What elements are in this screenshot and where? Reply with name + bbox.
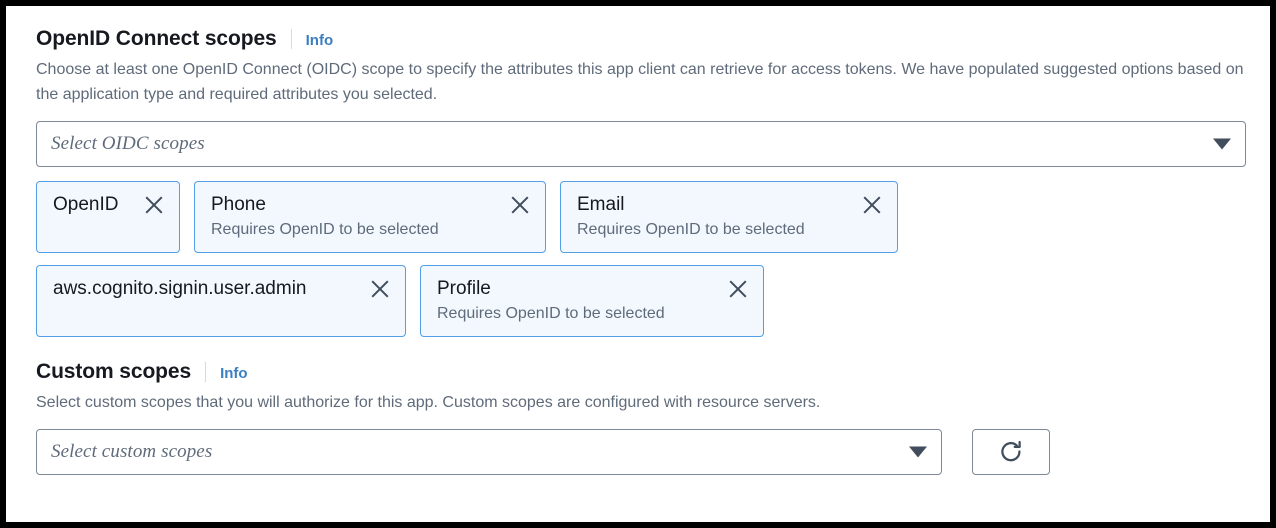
scope-token-subtext: Requires OpenID to be selected — [437, 305, 665, 322]
scope-token-label: Profile — [437, 278, 491, 299]
scope-token-profile[interactable]: Profile Requires OpenID to be selected — [420, 265, 764, 337]
screenshot-frame: OpenID Connect scopes Info Choose at lea… — [0, 0, 1276, 528]
scope-token-subtext: Requires OpenID to be selected — [211, 221, 439, 238]
oidc-section-description: Choose at least one OpenID Connect (OIDC… — [36, 61, 1244, 103]
custom-section-title: Custom scopes — [36, 360, 192, 383]
custom-scopes-section: Custom scopes Info Select custom scopes … — [36, 359, 1244, 475]
chevron-down-icon — [1213, 138, 1231, 150]
chevron-down-icon — [909, 446, 927, 458]
header-divider — [290, 29, 292, 49]
refresh-custom-scopes-button[interactable] — [972, 429, 1050, 475]
refresh-icon — [997, 438, 1025, 466]
scopes-panel: OpenID Connect scopes Info Choose at lea… — [6, 6, 1270, 522]
scope-token-text: aws.cognito.signin.user.admin — [53, 276, 306, 302]
custom-info-link[interactable]: Info — [220, 364, 248, 384]
scope-token-email[interactable]: Email Requires OpenID to be selected — [560, 181, 898, 253]
oidc-scopes-select-placeholder: Select OIDC scopes — [51, 133, 205, 154]
scope-token-text: Phone Requires OpenID to be selected — [211, 192, 439, 242]
close-icon[interactable] — [369, 276, 391, 302]
oidc-scope-row: aws.cognito.signin.user.admin Profile Re… — [36, 265, 1244, 337]
custom-scopes-select[interactable]: Select custom scopes — [36, 429, 942, 475]
custom-scopes-controls: Select custom scopes — [36, 429, 1244, 475]
scope-token-aws-cognito-signin-user-admin[interactable]: aws.cognito.signin.user.admin — [36, 265, 406, 337]
scope-token-label: Phone — [211, 194, 266, 215]
scope-token-text: Email Requires OpenID to be selected — [577, 192, 805, 242]
scope-token-text: OpenID — [53, 192, 118, 218]
scope-token-label: OpenID — [53, 194, 119, 215]
close-icon[interactable] — [861, 192, 883, 218]
scope-token-subtext: Requires OpenID to be selected — [577, 221, 805, 238]
scope-token-label: aws.cognito.signin.user.admin — [53, 278, 307, 299]
scope-token-openid[interactable]: OpenID — [36, 181, 180, 253]
oidc-selected-scopes: OpenID Phone Requires OpenID to be selec… — [36, 181, 1244, 337]
oidc-scope-row: OpenID Phone Requires OpenID to be selec… — [36, 181, 1244, 253]
oidc-section-header: OpenID Connect scopes Info — [36, 26, 1244, 52]
header-divider — [205, 362, 207, 382]
scope-token-label: Email — [577, 194, 625, 215]
scope-token-text: Profile Requires OpenID to be selected — [437, 276, 665, 326]
custom-section-description: Select custom scopes that you will autho… — [36, 394, 821, 411]
close-icon[interactable] — [509, 192, 531, 218]
oidc-scopes-select[interactable]: Select OIDC scopes — [36, 121, 1246, 167]
oidc-scopes-section: OpenID Connect scopes Info Choose at lea… — [36, 26, 1246, 337]
close-icon[interactable] — [727, 276, 749, 302]
close-icon[interactable] — [143, 192, 165, 218]
custom-scopes-select-placeholder: Select custom scopes — [51, 441, 213, 462]
oidc-section-title: OpenID Connect scopes — [36, 27, 277, 50]
oidc-info-link[interactable]: Info — [306, 31, 334, 51]
custom-section-header: Custom scopes Info — [36, 359, 1244, 385]
scope-token-phone[interactable]: Phone Requires OpenID to be selected — [194, 181, 546, 253]
